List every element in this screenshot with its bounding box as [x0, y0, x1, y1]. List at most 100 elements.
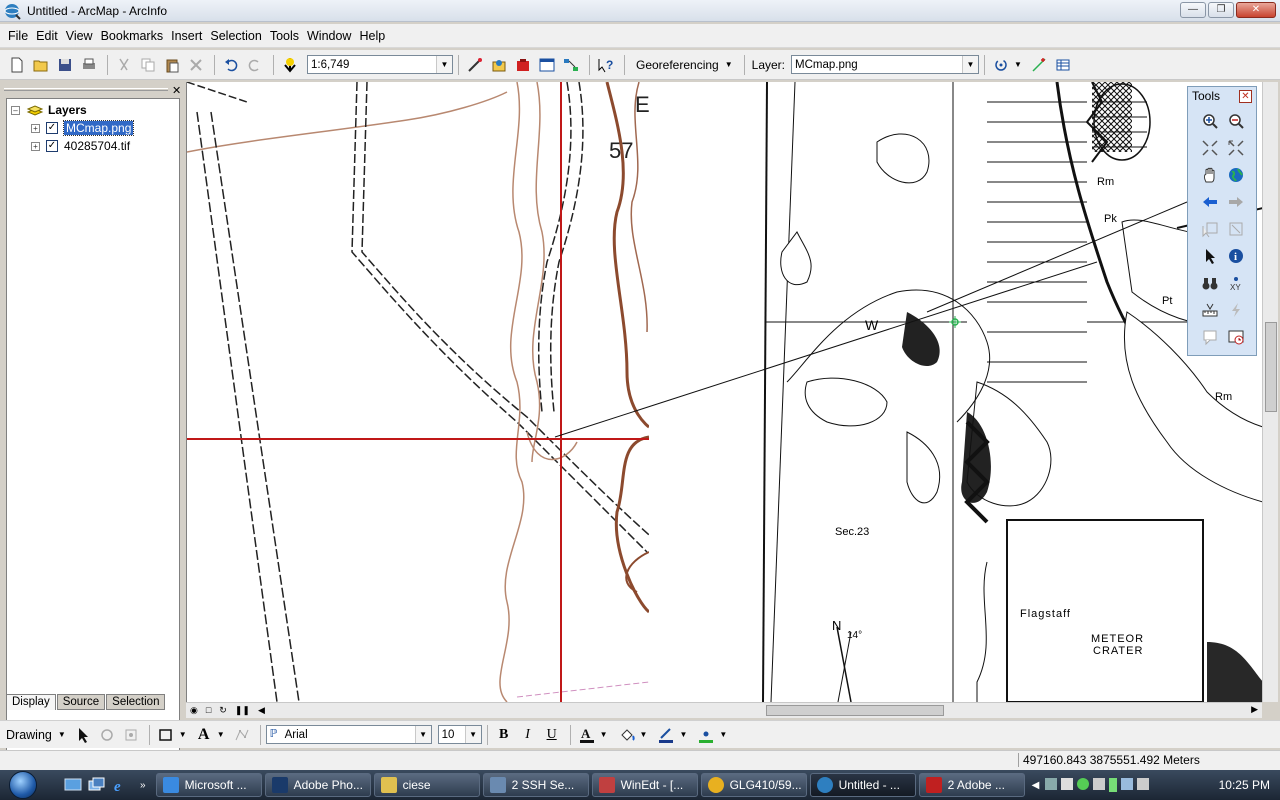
taskbar-item[interactable]: 2 SSH Se...: [482, 773, 589, 797]
map-display[interactable]: 57 E Rm Pk Pt Rm W Sec.23 Flagstaff METE…: [186, 82, 1262, 702]
scroll-thumb[interactable]: [766, 705, 944, 716]
menu-file[interactable]: File: [4, 29, 32, 43]
paste-icon[interactable]: [161, 54, 183, 76]
rotate-icon[interactable]: [990, 54, 1012, 76]
scroll-thumb[interactable]: [1265, 322, 1277, 412]
redo-icon[interactable]: [244, 54, 266, 76]
tray-icon[interactable]: [1045, 778, 1058, 790]
chevron-right-icon[interactable]: »: [140, 780, 146, 791]
measure-icon[interactable]: [1198, 298, 1222, 322]
time-slider-icon[interactable]: [1224, 325, 1248, 349]
refresh-icon[interactable]: ↻: [219, 705, 227, 716]
taskbar-item[interactable]: Microsoft ...: [155, 773, 262, 797]
tab-selection[interactable]: Selection: [106, 694, 166, 710]
chevron-left-icon[interactable]: ◀: [258, 705, 265, 716]
chevron-down-icon[interactable]: ▼: [414, 726, 431, 743]
chevron-down-icon[interactable]: ▼: [179, 730, 187, 739]
taskbar-item[interactable]: 2 Adobe ...: [918, 773, 1025, 797]
hyperlink-lightning-icon[interactable]: [1224, 298, 1248, 322]
forward-arrow-icon[interactable]: [1224, 190, 1248, 214]
model-builder-icon[interactable]: [560, 54, 582, 76]
layer-name[interactable]: MCmap.png: [62, 120, 135, 136]
underline-icon[interactable]: U: [541, 724, 563, 746]
expand-icon[interactable]: +: [31, 141, 40, 151]
select-elements-icon[interactable]: [72, 724, 94, 746]
layer-visibility-checkbox[interactable]: ✓: [46, 122, 58, 134]
whats-this-help-icon[interactable]: ?: [595, 54, 617, 76]
taskbar-item-active[interactable]: Untitled - ...: [809, 773, 916, 797]
map-scale-combo[interactable]: 1:6,749 ▼: [307, 55, 453, 74]
cut-icon[interactable]: [113, 54, 135, 76]
tray-icon[interactable]: [1061, 778, 1074, 790]
map-vertical-scrollbar[interactable]: [1262, 82, 1278, 702]
restore-button[interactable]: ❐: [1208, 2, 1234, 18]
chevron-right-icon[interactable]: ▶: [1251, 704, 1258, 715]
layers-frame-row[interactable]: – Layers: [11, 103, 87, 117]
network-icon[interactable]: [1121, 778, 1134, 790]
rectangle-icon[interactable]: [155, 724, 177, 746]
menu-tools[interactable]: Tools: [266, 29, 303, 43]
line-color-icon[interactable]: [655, 724, 677, 746]
save-icon[interactable]: [54, 54, 76, 76]
tray-icon[interactable]: [1093, 778, 1106, 790]
layer-name[interactable]: 40285704.tif: [64, 139, 130, 153]
globe-icon[interactable]: ◉: [190, 705, 198, 716]
menu-help[interactable]: Help: [355, 29, 389, 43]
chevron-down-icon[interactable]: ▼: [719, 730, 727, 739]
select-elements-pointer-icon[interactable]: [1198, 244, 1222, 268]
minimize-button[interactable]: —: [1180, 2, 1206, 18]
font-select[interactable]: ℙ Arial ▼: [265, 725, 432, 744]
undo-icon[interactable]: [220, 54, 242, 76]
start-button[interactable]: [0, 770, 46, 800]
drawing-menu[interactable]: Drawing: [6, 728, 52, 742]
html-popup-icon[interactable]: [1198, 325, 1222, 349]
toc-grip[interactable]: [4, 88, 168, 91]
select-features-icon[interactable]: [1198, 217, 1222, 241]
collapse-icon[interactable]: –: [11, 105, 20, 115]
italic-icon[interactable]: I: [517, 724, 539, 746]
tab-display[interactable]: Display: [6, 694, 56, 710]
menu-edit[interactable]: Edit: [32, 29, 62, 43]
font-color-icon[interactable]: A: [576, 724, 598, 746]
chevron-down-icon[interactable]: ▼: [600, 730, 608, 739]
taskbar-item[interactable]: Adobe Pho...: [264, 773, 371, 797]
font-size-select[interactable]: 10 ▼: [437, 725, 482, 744]
volume-icon[interactable]: [1137, 778, 1150, 790]
taskbar-item[interactable]: GLG410/59...: [700, 773, 807, 797]
new-document-icon[interactable]: [6, 54, 28, 76]
chevron-down-icon[interactable]: ▼: [436, 56, 452, 73]
pause-icon[interactable]: ❚❚: [235, 705, 250, 716]
back-arrow-icon[interactable]: [1198, 190, 1222, 214]
chevron-down-icon[interactable]: ▼: [58, 730, 66, 739]
switch-windows-icon[interactable]: [86, 774, 108, 796]
marker-color-icon[interactable]: [695, 724, 717, 746]
close-icon[interactable]: ✕: [1239, 89, 1252, 103]
zoom-to-selected-icon[interactable]: [120, 724, 142, 746]
map-horizontal-scrollbar[interactable]: ◉ □ ↻ ❚❚ ◀ ▶: [186, 702, 1262, 718]
fixed-zoom-in-icon[interactable]: [1198, 136, 1222, 160]
close-button[interactable]: ✕: [1236, 2, 1276, 18]
close-icon[interactable]: ✕: [172, 84, 181, 97]
chevron-down-icon[interactable]: ▼: [679, 730, 687, 739]
taskbar-item[interactable]: ciese: [373, 773, 480, 797]
taskbar-item[interactable]: WinEdt - [...: [591, 773, 698, 797]
chevron-down-icon[interactable]: ▼: [464, 726, 481, 743]
chevron-down-icon[interactable]: ▼: [217, 730, 225, 739]
pan-hand-icon[interactable]: [1198, 163, 1222, 187]
clear-selection-icon[interactable]: [1224, 217, 1248, 241]
ie-quicklaunch-icon[interactable]: e: [110, 774, 132, 796]
layout-view-buttons[interactable]: ◉ □ ↻ ❚❚ ◀: [190, 705, 265, 716]
page-icon[interactable]: □: [206, 705, 211, 716]
link-table-icon[interactable]: [1052, 54, 1074, 76]
menu-bookmarks[interactable]: Bookmarks: [97, 29, 168, 43]
chevron-down-icon[interactable]: ▼: [640, 730, 648, 739]
zoom-out-icon[interactable]: [1224, 109, 1248, 133]
print-icon[interactable]: [78, 54, 100, 76]
chevron-left-icon[interactable]: ◀: [1032, 780, 1040, 791]
menu-window[interactable]: Window: [303, 29, 355, 43]
edit-vertices-icon[interactable]: [231, 724, 253, 746]
text-tool-icon[interactable]: A: [193, 724, 215, 746]
chevron-down-icon[interactable]: ▼: [1014, 60, 1022, 69]
menu-selection[interactable]: Selection: [206, 29, 265, 43]
editor-toolbar-icon[interactable]: [464, 54, 486, 76]
